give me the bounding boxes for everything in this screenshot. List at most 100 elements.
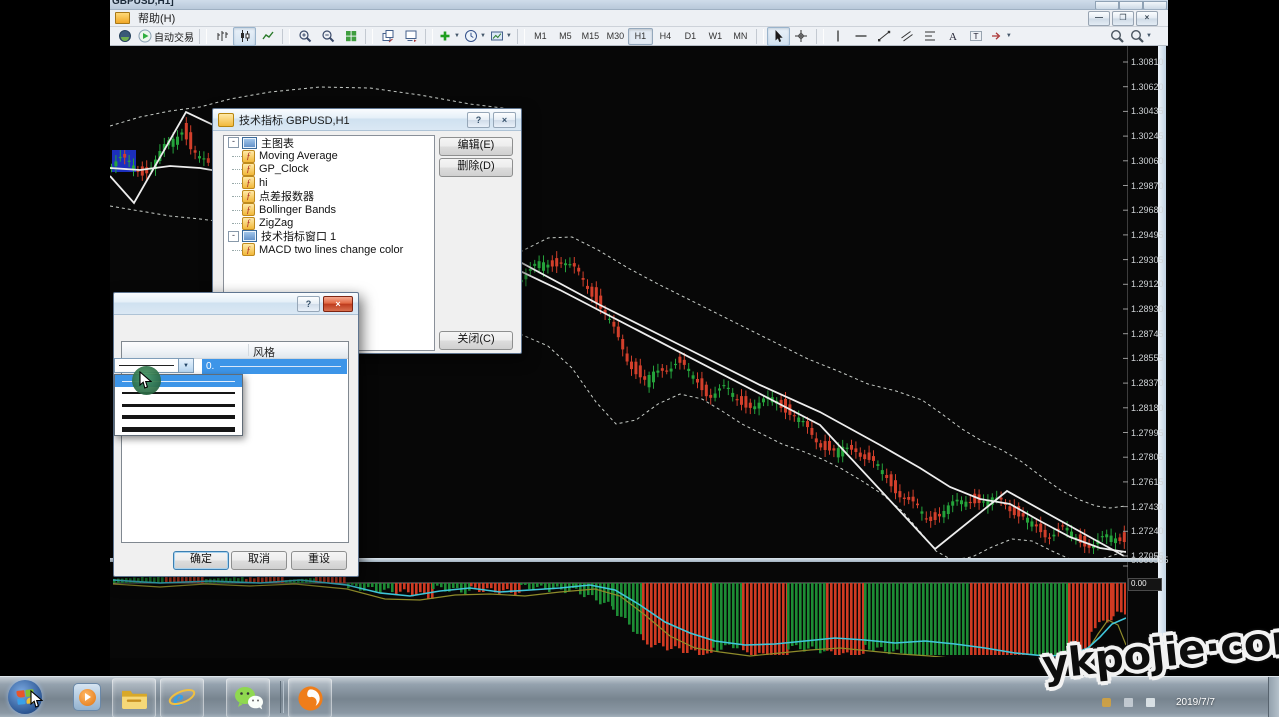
tray-volume-icon[interactable] bbox=[1124, 698, 1133, 707]
price-axis-label: 1.28930 bbox=[1131, 304, 1175, 314]
close-icon[interactable]: × bbox=[323, 296, 353, 312]
line-width-sample bbox=[122, 427, 235, 432]
toolbar-arrange-charts-button[interactable] bbox=[399, 27, 422, 46]
toolbar-fibonacci-button[interactable] bbox=[919, 27, 942, 46]
timeframe-M30-button[interactable]: M30 bbox=[603, 28, 628, 45]
help-button[interactable]: ? bbox=[297, 296, 320, 312]
macd-layer bbox=[113, 572, 1127, 658]
dialog-close-icon[interactable]: × bbox=[493, 112, 516, 128]
toolbar-find-symbol-button[interactable] bbox=[1105, 27, 1128, 46]
chart-close-button[interactable]: × bbox=[1136, 11, 1158, 26]
toolbar-cascade-charts-button[interactable] bbox=[376, 27, 399, 46]
timeframe-M15-button[interactable]: M15 bbox=[578, 28, 603, 45]
style-dialog-titlebar[interactable]: ? × bbox=[114, 293, 358, 315]
media-player-icon bbox=[73, 683, 101, 711]
toolbar-text-label-button[interactable]: T bbox=[965, 27, 988, 46]
taskbar-browser[interactable] bbox=[288, 678, 332, 717]
line-width-option[interactable] bbox=[115, 423, 242, 435]
taskbar-wechat[interactable] bbox=[226, 678, 270, 717]
taskbar-date[interactable]: 2019/7/7 bbox=[1176, 697, 1246, 708]
show-desktop-button[interactable] bbox=[1268, 677, 1279, 717]
toolbar-zoom-in-button[interactable] bbox=[293, 27, 316, 46]
toolbar-connection-button[interactable] bbox=[113, 27, 136, 46]
tree-item-indicator[interactable]: ƒhi bbox=[224, 176, 434, 189]
help-button[interactable]: ? bbox=[467, 112, 490, 128]
toolbar-periods-button[interactable]: ▼ bbox=[462, 27, 488, 46]
timeframe-group: M1M5M15M30H1H4D1W1MN bbox=[528, 28, 753, 45]
tray-update-icon[interactable] bbox=[1102, 698, 1111, 707]
ok-button[interactable]: 确定 bbox=[173, 551, 229, 570]
delete-button[interactable]: 删除(D) bbox=[439, 158, 513, 177]
edit-button[interactable]: 编辑(E) bbox=[439, 137, 513, 156]
indicator-name: ZigZag bbox=[259, 217, 293, 229]
toolbar-text-button[interactable]: A bbox=[942, 27, 965, 46]
tree-node-window[interactable]: - 主图表 bbox=[224, 136, 434, 149]
toolbar-tile-windows-button[interactable] bbox=[339, 27, 362, 46]
svg-text:A: A bbox=[949, 31, 957, 43]
toolbar-cursor-button[interactable] bbox=[767, 27, 790, 46]
indicator-name: Moving Average bbox=[259, 150, 338, 162]
toolbar-candle-chart-button[interactable] bbox=[233, 27, 256, 46]
cancel-button[interactable]: 取消 bbox=[231, 551, 287, 570]
tree-item-indicator[interactable]: ƒGP_Clock bbox=[224, 163, 434, 176]
price-axis-label: 1.27430 bbox=[1131, 502, 1175, 512]
toolbar-separator bbox=[816, 29, 824, 44]
indicators-dialog-titlebar[interactable]: 技术指标 GBPUSD,H1 ? × bbox=[213, 109, 521, 131]
price-axis-label: 1.29305 bbox=[1131, 255, 1175, 265]
selected-level-row[interactable]: 0. bbox=[202, 359, 347, 374]
line-width-option[interactable] bbox=[115, 411, 242, 423]
tree-collapse-icon[interactable]: - bbox=[228, 137, 239, 148]
toolbar-vertical-line-button[interactable] bbox=[827, 27, 850, 46]
toolbar-equidistant-channel-button[interactable] bbox=[896, 27, 919, 46]
app-maximize-button[interactable] bbox=[1119, 1, 1143, 10]
reset-button[interactable]: 重设 bbox=[291, 551, 347, 570]
tree-item-indicator[interactable]: ƒ点差报数器 bbox=[224, 190, 434, 203]
taskbar-media-player[interactable] bbox=[68, 678, 106, 716]
tree-item-indicator[interactable]: ƒBollinger Bands bbox=[224, 203, 434, 216]
tree-node-label: 主图表 bbox=[261, 135, 294, 151]
app-titlebar[interactable]: GBPUSD,H1] bbox=[110, 0, 1168, 10]
combobox-dropdown-icon[interactable]: ▼ bbox=[178, 359, 193, 372]
tree-item-indicator[interactable]: ƒ Moving Average bbox=[224, 149, 434, 162]
chart-window-icon[interactable] bbox=[115, 12, 130, 24]
timeframe-M1-button[interactable]: M1 bbox=[528, 28, 553, 45]
line-width-sample bbox=[122, 415, 235, 419]
toolbar-arrows-button[interactable]: ▼ bbox=[988, 27, 1014, 46]
tree-item-indicator[interactable]: ƒMACD two lines change color bbox=[224, 243, 434, 256]
timeframe-H4-button[interactable]: H4 bbox=[653, 28, 678, 45]
line-width-option[interactable] bbox=[115, 399, 242, 411]
tree-collapse-icon[interactable]: - bbox=[228, 231, 239, 242]
toolbar-line-chart-button[interactable] bbox=[256, 27, 279, 46]
toolbar-add-indicator-button[interactable]: ▼ bbox=[436, 27, 462, 46]
chart-restore-button[interactable]: ❐ bbox=[1112, 11, 1134, 26]
taskbar-internet-explorer[interactable]: e bbox=[160, 678, 204, 717]
toolbar-templates-button[interactable]: ▼ bbox=[488, 27, 514, 46]
close-button[interactable]: 关闭(C) bbox=[439, 331, 513, 350]
browser-icon bbox=[296, 684, 325, 713]
toolbar-auto-trading-button[interactable]: 自动交易 bbox=[136, 27, 196, 46]
toolbar-bar-chart-button[interactable] bbox=[210, 27, 233, 46]
tray-network-icon[interactable] bbox=[1146, 698, 1155, 707]
toolbar-search-button[interactable]: ▼ bbox=[1128, 27, 1154, 46]
app-close-button[interactable] bbox=[1143, 1, 1167, 10]
taskbar-file-explorer[interactable] bbox=[112, 678, 156, 717]
indicator-icon: ƒ bbox=[242, 150, 255, 163]
chart-minimize-button[interactable]: — bbox=[1088, 11, 1110, 26]
toolbar-crosshair-button[interactable] bbox=[790, 27, 813, 46]
timeframe-M5-button[interactable]: M5 bbox=[553, 28, 578, 45]
timeframe-H1-button[interactable]: H1 bbox=[628, 28, 653, 45]
toolbar-horizontal-line-button[interactable] bbox=[850, 27, 873, 46]
timeframe-W1-button[interactable]: W1 bbox=[703, 28, 728, 45]
desktop: GBPUSD,H1] 帮助(H) — ❐ × 自动交易▼▼▼ M1M5M15M3… bbox=[0, 0, 1279, 717]
tree-node-window[interactable]: -技术指标窗口 1 bbox=[224, 230, 434, 243]
toolbar-zoom-out-button[interactable] bbox=[316, 27, 339, 46]
indicator-name: GP_Clock bbox=[259, 163, 309, 175]
app-minimize-button[interactable] bbox=[1095, 1, 1119, 10]
menu-item-help[interactable]: 帮助(H) bbox=[130, 10, 183, 26]
tree-connector bbox=[232, 168, 242, 170]
toolbar-separator bbox=[756, 29, 764, 44]
timeframe-MN-button[interactable]: MN bbox=[728, 28, 753, 45]
explorer-icon bbox=[120, 687, 149, 710]
timeframe-D1-button[interactable]: D1 bbox=[678, 28, 703, 45]
toolbar-trendline-button[interactable] bbox=[873, 27, 896, 46]
